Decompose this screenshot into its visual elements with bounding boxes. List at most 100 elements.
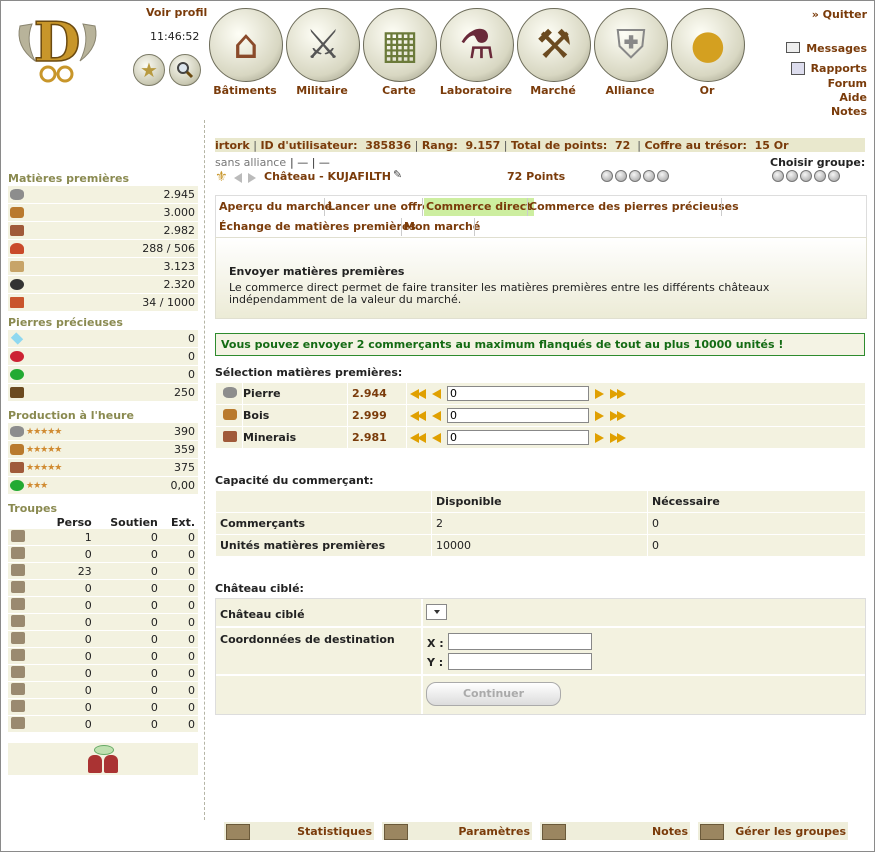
parametres-link[interactable]: Paramètres — [382, 822, 532, 840]
group-dot-icon[interactable] — [814, 170, 826, 182]
nav-label[interactable]: Alliance — [590, 84, 670, 97]
star-button[interactable]: ★ — [133, 54, 165, 86]
tab-mon-marche[interactable]: Mon marché — [402, 218, 482, 236]
prev-castle-arrow[interactable] — [234, 171, 242, 184]
statistiques-label: Statistiques — [297, 825, 372, 838]
messages-label: Messages — [806, 42, 867, 55]
nav-label[interactable]: Bâtiments — [205, 84, 285, 97]
troop-soutien: 0 — [94, 664, 161, 682]
gerer-groupes-link[interactable]: Gérer les groupes — [698, 822, 848, 840]
right-arrow-icon[interactable] — [595, 410, 604, 421]
alliance-links[interactable]: | — | — — [290, 156, 330, 169]
nav-button-2[interactable]: ▦ — [363, 8, 437, 82]
search-button[interactable] — [169, 54, 201, 86]
tab-apercu-marche[interactable]: Aperçu du marché — [217, 198, 334, 216]
group-dot-icon[interactable] — [828, 170, 840, 182]
dot-icon[interactable] — [629, 170, 641, 182]
nav-label[interactable]: Militaire — [282, 84, 362, 97]
nav-label[interactable]: Laboratoire — [436, 84, 516, 97]
troops-table: Perso Soutien Ext. 1 0 0 0 0 0 23 0 0 0 0 0 0 0 0 0 0 0 0 0… — [8, 515, 198, 733]
points-value: 72 — [614, 138, 631, 152]
double-right-arrow-icon[interactable] — [617, 388, 626, 399]
selection-controls — [406, 404, 866, 427]
nav-label[interactable]: Marché — [513, 84, 593, 97]
tab-pierres-precieuses[interactable]: Commerce des pierres précieuses — [527, 198, 741, 216]
group-dots[interactable] — [772, 170, 842, 185]
right-arrow-icon[interactable] — [595, 388, 604, 399]
notes-footer-link[interactable]: Notes — [540, 822, 690, 840]
troop-icon-cell — [8, 596, 44, 614]
dot-icon[interactable] — [615, 170, 627, 182]
knight-icon — [11, 597, 25, 610]
troop-icon-cell — [8, 579, 44, 597]
quitter-link[interactable]: » Quitter — [812, 8, 867, 21]
group-dot-icon[interactable] — [786, 170, 798, 182]
troops-header-ext: Ext. — [170, 515, 195, 529]
selection-available[interactable]: 2.999 — [347, 404, 407, 427]
troop-ext: 0 — [160, 698, 198, 716]
selection-available[interactable]: 2.981 — [347, 426, 407, 449]
game-logo[interactable]: D — [10, 6, 105, 86]
x-coordinate-input[interactable] — [448, 633, 592, 650]
nav-button-6[interactable]: ● — [671, 8, 745, 82]
target-castle-select[interactable] — [426, 604, 447, 620]
double-left-arrow-icon[interactable] — [417, 388, 426, 399]
troop-soutien: 0 — [94, 562, 161, 580]
left-arrow-icon[interactable] — [432, 410, 441, 421]
forum-link[interactable]: Forum — [828, 77, 867, 90]
double-right-arrow-icon[interactable] — [617, 410, 626, 421]
tab-echange-matieres[interactable]: Échange de matières premières — [217, 218, 418, 236]
troop-row: 000 — [8, 613, 198, 631]
amount-input[interactable] — [447, 386, 589, 401]
nav-button-0[interactable]: ⌂ — [209, 8, 283, 82]
voir-profil-link[interactable]: Voir profil — [146, 6, 207, 19]
tab-commerce-direct[interactable]: Commerce direct — [424, 198, 534, 216]
right-arrow-icon[interactable] — [595, 432, 604, 443]
rapports-link[interactable]: Rapports — [790, 62, 867, 75]
messages-link[interactable]: Messages — [786, 42, 867, 55]
group-label: Choisir groupe: — [770, 156, 866, 169]
y-coordinate-input[interactable] — [448, 653, 592, 670]
resource-value: 359 — [174, 443, 195, 456]
double-left-arrow-icon[interactable] — [417, 410, 426, 421]
dot-icon[interactable] — [657, 170, 669, 182]
nav-button-1[interactable]: ⚔ — [286, 8, 360, 82]
group-dot-icon[interactable] — [800, 170, 812, 182]
nav-button-3[interactable]: ⚗ — [440, 8, 514, 82]
notes-link[interactable]: Notes — [831, 105, 867, 118]
pencil-icon[interactable]: ✎ — [393, 168, 402, 181]
nav-label[interactable]: Carte — [359, 84, 439, 97]
tab-lancer-offre[interactable]: Lancer une offre — [326, 198, 432, 216]
star-icon: ★ — [140, 58, 158, 82]
amount-input[interactable] — [447, 430, 589, 445]
aide-link[interactable]: Aide — [839, 91, 867, 104]
group-dot-icon[interactable] — [772, 170, 784, 182]
castle-name-link[interactable]: Château - KUJAFILTH — [264, 170, 391, 183]
dot-icon[interactable] — [643, 170, 655, 182]
troop-soutien: 0 — [94, 698, 161, 716]
troop-perso: 0 — [44, 545, 95, 563]
troops-header-perso: Perso — [56, 515, 92, 529]
dot-icon[interactable] — [601, 170, 613, 182]
username[interactable]: irtork — [215, 139, 250, 152]
left-arrow-icon[interactable] — [432, 388, 441, 399]
double-right-arrow-icon[interactable] — [617, 432, 626, 443]
resource-row: 3.000 — [8, 204, 198, 222]
nav-button-5[interactable]: ⛨ — [594, 8, 668, 82]
next-castle-arrow[interactable] — [248, 171, 256, 184]
amount-input[interactable] — [447, 408, 589, 423]
statistiques-link[interactable]: Statistiques — [224, 822, 374, 840]
left-arrow-icon[interactable] — [432, 432, 441, 443]
castle-dots[interactable] — [601, 170, 671, 185]
nav-label[interactable]: Or — [667, 84, 747, 97]
capacity-row-nec: 0 — [647, 534, 866, 557]
continue-button[interactable]: Continuer — [426, 682, 561, 706]
coffre-label: Coffre au trésor: — [644, 138, 747, 152]
advisor-box[interactable] — [8, 743, 198, 775]
points-label: Total de points: — [511, 138, 608, 152]
selection-available[interactable]: 2.944 — [347, 382, 407, 405]
double-left-arrow-icon[interactable] — [417, 432, 426, 443]
troop-icon-cell — [8, 664, 44, 682]
nav-button-4[interactable]: ⚒ — [517, 8, 591, 82]
description-text: Le commerce direct permet de faire trans… — [229, 281, 770, 306]
